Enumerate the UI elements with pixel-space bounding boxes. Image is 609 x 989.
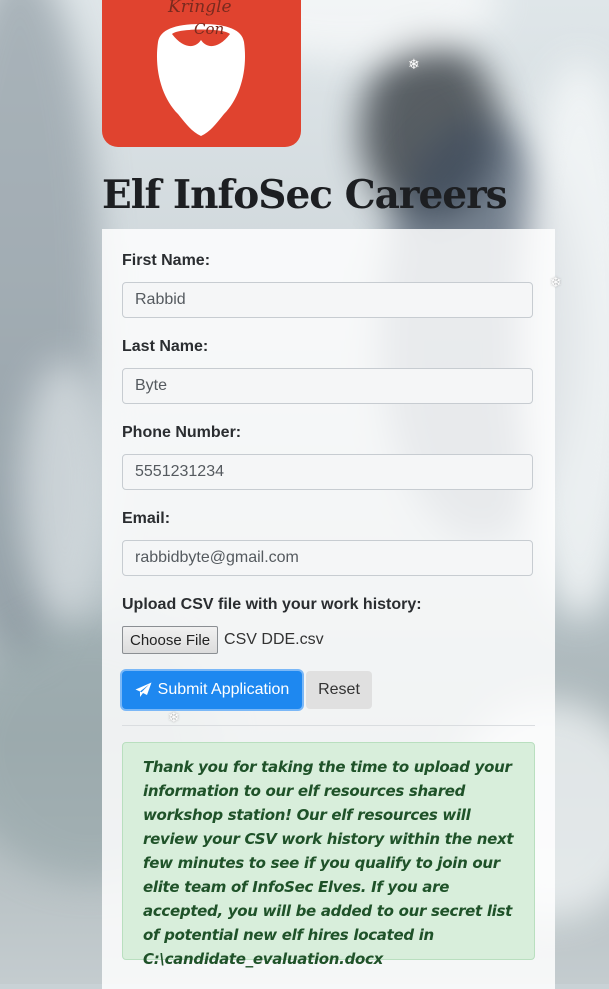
snowflake-icon: ❄	[168, 709, 180, 725]
submit-application-label: Submit Application	[157, 681, 290, 698]
paper-plane-icon	[135, 682, 152, 697]
success-alert-message: Thank you for taking the time to upload …	[143, 758, 514, 968]
email-label: Email:	[122, 510, 171, 527]
upload-csv-label: Upload CSV file with your work history:	[122, 596, 422, 613]
file-upload-control: Choose File CSV DDE.csv	[122, 625, 324, 655]
submit-application-button[interactable]: Submit Application	[122, 671, 302, 709]
phone-number-label: Phone Number:	[122, 424, 242, 441]
selected-file-name: CSV DDE.csv	[224, 631, 324, 648]
snowflake-icon: ❄	[550, 274, 562, 290]
last-name-label: Last Name:	[122, 338, 209, 355]
last-name-input[interactable]	[122, 368, 533, 404]
reset-button[interactable]: Reset	[306, 671, 372, 709]
first-name-label: First Name:	[122, 252, 211, 269]
logo-text-kringle: Kringle	[167, 0, 232, 17]
logo-text-con: Con	[194, 20, 224, 38]
page-title: Elf InfoSec Careers	[102, 172, 508, 218]
phone-number-input[interactable]	[122, 454, 533, 490]
choose-file-button[interactable]: Choose File	[122, 626, 219, 654]
snowflake-icon: ❄	[408, 56, 420, 72]
kringlecon-logo: Kringle Con	[102, 0, 301, 147]
success-alert: Thank you for taking the time to upload …	[122, 742, 535, 968]
first-name-input[interactable]	[122, 282, 533, 318]
email-input[interactable]	[122, 540, 533, 576]
form-divider	[122, 725, 535, 726]
